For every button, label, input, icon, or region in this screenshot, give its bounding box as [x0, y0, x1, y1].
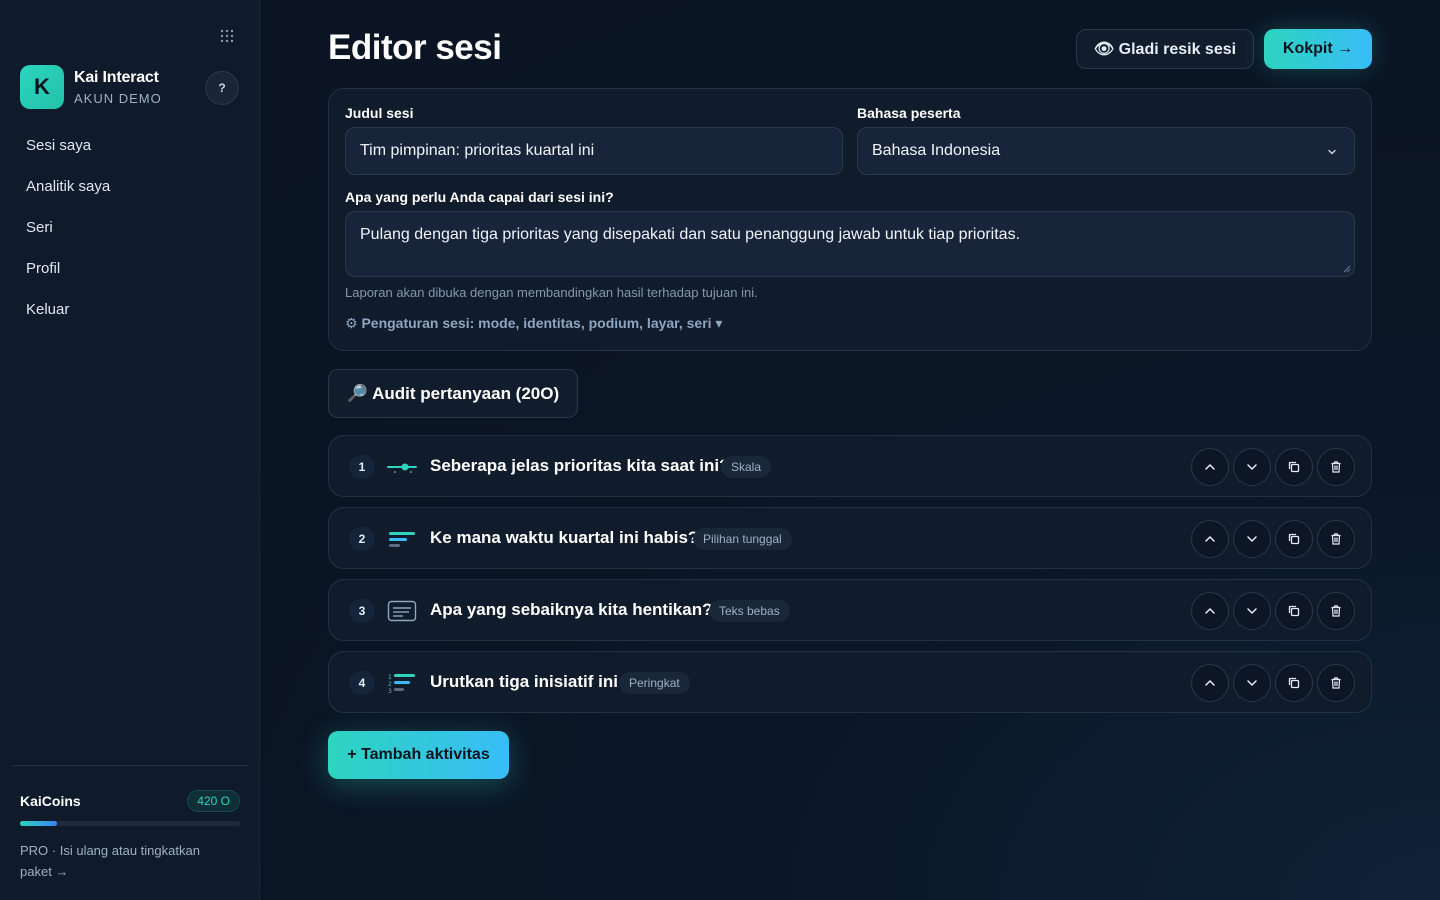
session-title-input[interactable]: Tim pimpinan: prioritas kuartal ini	[345, 127, 843, 175]
goal-text: Pulang dengan tiga prioritas yang disepa…	[360, 226, 1021, 243]
page-title: Editor sesi	[328, 28, 502, 67]
delete-button[interactable]	[1317, 592, 1355, 630]
sidebar-item-logout[interactable]: Keluar	[26, 300, 110, 341]
session-form-card: Judul sesi Tim pimpinan: prioritas kuart…	[328, 88, 1372, 351]
copy-icon	[1288, 677, 1300, 689]
goal-label: Apa yang perlu Anda capai dari sesi ini?	[345, 189, 614, 205]
kaicoins-label: KaiCoins	[20, 793, 81, 809]
sidebar-nav: Sesi saya Analitik saya Seri Profil Kelu…	[26, 136, 110, 341]
move-up-button[interactable]	[1191, 448, 1229, 486]
sidebar-item-profile[interactable]: Profil	[26, 259, 110, 300]
question-number: 2	[349, 527, 375, 551]
ranking-icon: 1 2 3	[388, 674, 415, 695]
delete-button[interactable]	[1317, 448, 1355, 486]
chevron-down-icon	[1247, 536, 1257, 543]
chevron-down-icon	[1247, 464, 1257, 471]
sidebar-item-my-sessions[interactable]: Sesi saya	[26, 136, 110, 177]
question-card[interactable]: 3 Apa yang sebaiknya kita hentikan? Teks…	[328, 579, 1372, 641]
goal-textarea[interactable]: Pulang dengan tiga prioritas yang disepa…	[345, 211, 1355, 277]
cockpit-button[interactable]: Kokpit →	[1264, 29, 1372, 69]
text-box-icon	[387, 600, 417, 622]
question-actions	[1191, 592, 1355, 630]
resize-handle-icon[interactable]	[1343, 265, 1351, 273]
goal-hint: Laporan akan dibuka dengan membandingkan…	[345, 285, 758, 300]
add-activity-button[interactable]: + Tambah aktivitas	[328, 731, 509, 779]
kaicoins-progress-fill	[20, 821, 58, 826]
move-up-button[interactable]	[1191, 520, 1229, 558]
brand: K Kai Interact AKUN DEMO	[20, 65, 162, 109]
chevron-up-icon	[1205, 679, 1215, 686]
apps-grid-icon[interactable]	[220, 29, 234, 43]
help-button[interactable]: ?	[205, 71, 239, 105]
question-type-badge: Skala	[721, 456, 772, 478]
chevron-down-icon	[1247, 608, 1257, 615]
duplicate-button[interactable]	[1275, 520, 1313, 558]
move-down-button[interactable]	[1233, 592, 1271, 630]
sidebar-item-series[interactable]: Seri	[26, 218, 110, 259]
question-card[interactable]: 1 Seberapa jelas prioritas kita saat ini…	[328, 435, 1372, 497]
rehearsal-button[interactable]: 👁 Gladi resik sesi	[1076, 29, 1254, 69]
kaicoins-panel: KaiCoins 420 O PRO · Isi ulang atau ting…	[12, 765, 248, 882]
question-card[interactable]: 2 Ke mana waktu kuartal ini habis? Pilih…	[328, 507, 1372, 569]
question-type-badge: Peringkat	[619, 672, 690, 694]
copy-icon	[1288, 461, 1300, 473]
chevron-down-icon	[1328, 149, 1336, 155]
duplicate-button[interactable]	[1275, 448, 1313, 486]
sidebar: K Kai Interact AKUN DEMO ? Sesi saya Ana…	[0, 0, 260, 900]
question-actions	[1191, 448, 1355, 486]
language-selected-value: Bahasa Indonesia	[872, 142, 1001, 159]
sidebar-item-analytics[interactable]: Analitik saya	[26, 177, 110, 218]
question-number: 4	[349, 671, 375, 695]
upgrade-link[interactable]: PRO · Isi ulang atau tingkatkan paket →	[20, 840, 230, 882]
question-text: Apa yang sebaiknya kita hentikan?	[430, 600, 713, 619]
move-up-button[interactable]	[1191, 592, 1229, 630]
brand-logo: K	[20, 65, 64, 109]
question-text: Urutkan tiga inisiatif ini	[430, 672, 618, 691]
delete-button[interactable]	[1317, 664, 1355, 702]
trash-icon	[1331, 533, 1341, 545]
question-text: Seberapa jelas prioritas kita saat ini?	[430, 456, 730, 475]
trash-icon	[1331, 677, 1341, 689]
question-actions	[1191, 664, 1355, 702]
svg-text:2: 2	[388, 681, 392, 688]
kaicoins-balance-badge: 420 O	[187, 790, 240, 812]
language-select[interactable]: Bahasa Indonesia	[857, 127, 1355, 175]
move-down-button[interactable]	[1233, 664, 1271, 702]
trash-icon	[1331, 605, 1341, 617]
move-down-button[interactable]	[1233, 448, 1271, 486]
question-actions	[1191, 520, 1355, 558]
account-label: AKUN DEMO	[74, 90, 162, 106]
duplicate-button[interactable]	[1275, 664, 1313, 702]
svg-text:3: 3	[388, 688, 392, 695]
chevron-up-icon	[1205, 535, 1215, 542]
trash-icon	[1331, 461, 1341, 473]
session-settings-toggle[interactable]: ⚙ Pengaturan sesi: mode, identitas, podi…	[345, 315, 722, 332]
brand-name: Kai Interact	[74, 68, 159, 86]
question-type-badge: Pilihan tunggal	[693, 528, 792, 550]
audit-questions-button[interactable]: 🔎 Audit pertanyaan (20O)	[328, 369, 578, 418]
bars-icon	[389, 532, 415, 547]
slider-icon	[387, 463, 417, 473]
move-down-button[interactable]	[1233, 520, 1271, 558]
kaicoins-progress-bar	[20, 821, 240, 826]
question-text: Ke mana waktu kuartal ini habis?	[430, 528, 699, 547]
duplicate-button[interactable]	[1275, 592, 1313, 630]
chevron-up-icon	[1205, 607, 1215, 614]
svg-text:1: 1	[388, 674, 392, 681]
chevron-down-icon	[1247, 680, 1257, 687]
delete-button[interactable]	[1317, 520, 1355, 558]
language-label: Bahasa peserta	[857, 105, 961, 121]
chevron-up-icon	[1205, 463, 1215, 470]
copy-icon	[1288, 533, 1300, 545]
question-card[interactable]: 4 1 2 3 Urutkan tiga inisiatif ini Perin…	[328, 651, 1372, 713]
session-title-label: Judul sesi	[345, 105, 414, 121]
move-up-button[interactable]	[1191, 664, 1229, 702]
question-type-badge: Teks bebas	[709, 600, 790, 622]
copy-icon	[1288, 605, 1300, 617]
question-number: 1	[349, 455, 375, 479]
question-number: 3	[349, 599, 375, 623]
